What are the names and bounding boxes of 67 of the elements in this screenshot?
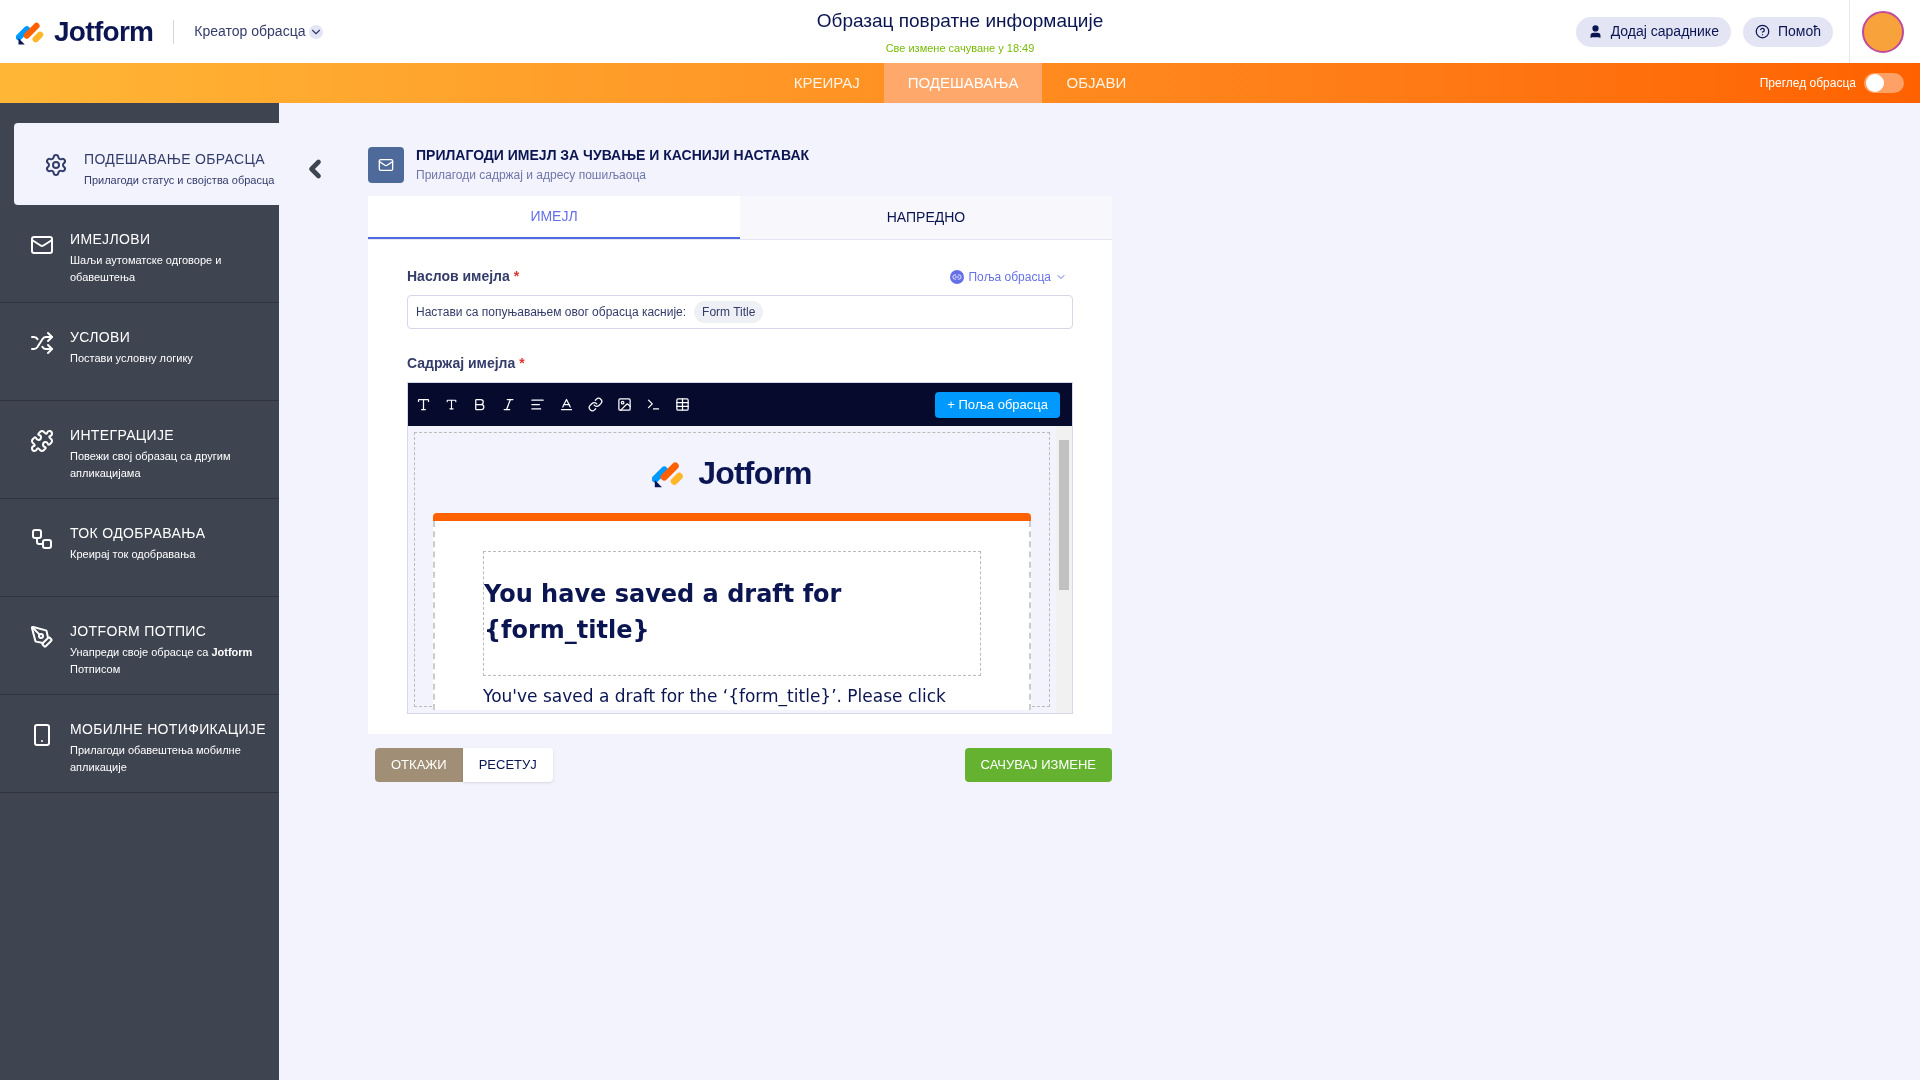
tab[interactable]: ИМЕЈЛ bbox=[368, 196, 740, 239]
sidebar-item-subtitle: Прилагоди статус и својства обрасца bbox=[84, 173, 275, 188]
help-button[interactable]: Помоћ bbox=[1742, 16, 1833, 47]
italic-icon[interactable] bbox=[501, 397, 516, 412]
preview-toggle[interactable] bbox=[1864, 73, 1904, 93]
email-paragraph: You've saved a draft for the ‘{form_title}’. Please click bbox=[483, 685, 947, 709]
sidebar-item-subtitle: Креирај ток одобравања bbox=[70, 547, 197, 562]
form-title: Образац повратне информације bbox=[816, 9, 1104, 33]
form-title-chip: Form Title bbox=[694, 301, 764, 323]
sidebar-item-subtitle: Прилагоди обавештења мобилне апликације bbox=[70, 743, 242, 775]
text-style-icon[interactable] bbox=[416, 397, 431, 412]
gear-icon bbox=[44, 153, 68, 177]
subject-text: Настави са попуњавањем овог обрасца касније: bbox=[416, 304, 687, 321]
sidebar-item-title: МОБИЛНЕ НОТИФИКАЦИЈЕ bbox=[70, 720, 267, 739]
avatar[interactable] bbox=[1862, 10, 1904, 53]
envelope-icon bbox=[378, 156, 394, 173]
form-fields-menu[interactable]: Поља обрасца bbox=[950, 267, 1067, 286]
email-logo-text: Jotform bbox=[698, 454, 812, 493]
help-icon bbox=[1754, 24, 1770, 39]
sidebar-item[interactable]: МОБИЛНЕ НОТИФИКАЦИЈЕ Прилагоди обавештења мобилне апликације bbox=[0, 695, 279, 793]
sidebar-item[interactable]: JOTFORM ПОТПИС Унапреди своје обрасце са Jotform Потписом bbox=[0, 597, 279, 695]
code-icon[interactable] bbox=[646, 397, 661, 412]
sidebar-item[interactable]: ИМЕЈЛОВИ Шаљи аутоматске одговоре и обавештења bbox=[0, 205, 279, 303]
sidebar-item-title: УСЛОВИ bbox=[70, 328, 132, 347]
section-subtitle: Прилагоди садржај и адресу пошиљаоца bbox=[416, 167, 647, 184]
sidebar-item-title: JOTFORM ПОТПИС bbox=[70, 622, 208, 641]
saved-status: Све измене сачуване у 18:49 bbox=[885, 40, 1035, 56]
field-label: Садржај имејла * bbox=[407, 354, 526, 373]
sidebar-item[interactable]: УСЛОВИ Постави условну логику bbox=[0, 303, 279, 401]
pen-icon bbox=[30, 625, 54, 649]
subject-input[interactable]: Настави са попуњавањем овог обрасца касније: Form Title bbox=[407, 295, 1073, 329]
puzzle-icon bbox=[30, 429, 54, 453]
text-color-icon[interactable] bbox=[559, 397, 574, 412]
sidebar-item-title: ПОДЕШАВАЊЕ ОБРАСЦА bbox=[84, 150, 266, 169]
sidebar-item-title: ТОК ОДОБРАВАЊА bbox=[70, 524, 206, 543]
sidebar-item-title: ИМЕЈЛОВИ bbox=[70, 230, 152, 249]
preview-label: Преглед обрасца bbox=[1759, 75, 1856, 92]
required-mark: * bbox=[513, 268, 520, 284]
email-heading: You have saved a draft for {form_title} bbox=[483, 551, 981, 676]
shuffle-icon bbox=[30, 331, 54, 355]
person-icon bbox=[1587, 24, 1603, 39]
sidebar-item[interactable]: ИНТЕГРАЦИЈЕ Повежи свој образац са другим апликацијама bbox=[0, 401, 279, 499]
link-icon bbox=[950, 269, 965, 284]
link-icon[interactable] bbox=[588, 397, 603, 412]
bold-icon[interactable] bbox=[472, 397, 487, 412]
add-collaborators-button[interactable]: Додај сараднике bbox=[1575, 16, 1731, 47]
table-icon[interactable] bbox=[675, 397, 690, 412]
section-title: ПРИЛАГОДИ ИМЕЈЛ ЗА ЧУВАЊЕ И КАСНИЈИ НАСТАВАК bbox=[416, 146, 810, 165]
envelope-icon bbox=[30, 233, 54, 257]
logo-text: Jotform bbox=[54, 14, 154, 49]
align-icon[interactable] bbox=[530, 397, 545, 412]
chevron-down-icon bbox=[309, 24, 324, 39]
tab[interactable]: НАПРЕДНО bbox=[740, 196, 1112, 239]
sidebar-item-title: ИНТЕГРАЦИЈЕ bbox=[70, 426, 175, 445]
field-label: Наслов имејла * bbox=[407, 267, 520, 286]
builder-menu[interactable]: Креатор обрасца bbox=[194, 21, 324, 42]
reset-button[interactable]: РЕСЕТУЈ bbox=[462, 748, 553, 782]
sidebar-item-subtitle: Унапреди своје обрасце са Jotform Потписом bbox=[70, 645, 254, 677]
sidebar-item-subtitle: Повежи свој образац са другим апликацијама bbox=[70, 449, 232, 481]
sidebar-item[interactable]: ПОДЕШАВАЊЕ ОБРАСЦА Прилагоди статус и својства обрасца bbox=[14, 123, 279, 205]
sidebar-item-subtitle: Шаљи аутоматске одговоре и обавештења bbox=[70, 253, 223, 285]
font-size-icon[interactable] bbox=[445, 398, 458, 411]
image-icon[interactable] bbox=[617, 397, 632, 412]
flowchart-icon bbox=[30, 527, 54, 551]
required-mark: * bbox=[519, 355, 525, 371]
sidebar-item-subtitle: Постави условну логику bbox=[70, 351, 193, 366]
sidebar-item[interactable]: ТОК ОДОБРАВАЊА Креирај ток одобравања bbox=[0, 499, 279, 597]
